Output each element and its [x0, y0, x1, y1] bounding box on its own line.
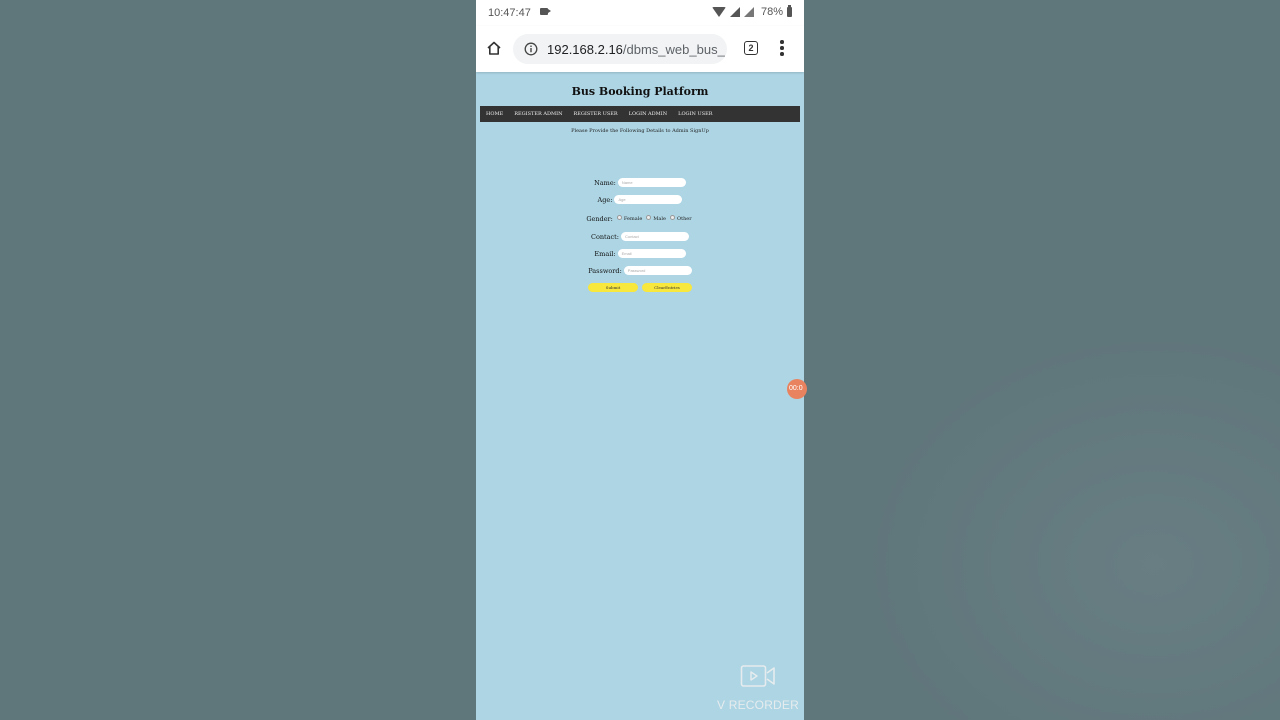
email-row: Email: Email — [476, 249, 804, 258]
email-label: Email: — [594, 249, 616, 258]
nav-register-admin[interactable]: REGISTER ADMIN — [514, 111, 562, 117]
url-host: 192.168.2.16 — [547, 42, 623, 57]
name-input[interactable]: Name — [617, 178, 686, 187]
battery-icon — [787, 5, 792, 17]
recording-timer-bubble[interactable]: 00:0 — [787, 379, 807, 399]
gender-female-radio[interactable] — [616, 215, 622, 220]
nav-home[interactable]: HOME — [486, 111, 503, 117]
name-label: Name: — [594, 178, 616, 187]
nav-bar: HOME REGISTER ADMIN REGISTER USER LOGIN … — [480, 106, 800, 122]
gender-male-label: Male — [653, 216, 666, 222]
age-input[interactable]: Age — [614, 195, 683, 204]
url-path: /dbms_web_bus_ — [622, 42, 725, 57]
video-recorder-icon — [740, 665, 775, 687]
home-icon[interactable] — [486, 40, 502, 56]
name-row: Name: Name — [476, 178, 804, 187]
recorder-watermark: V RECORDER — [716, 664, 800, 712]
more-menu-icon[interactable] — [779, 40, 785, 58]
form-buttons: Submit ClearEntries — [476, 283, 804, 292]
battery-percent: 78% — [760, 6, 783, 18]
email-input[interactable]: Email — [617, 249, 686, 258]
submit-button[interactable]: Submit — [588, 283, 638, 292]
signal-no-data-icon — [743, 7, 754, 17]
clear-entries-button[interactable]: ClearEntries — [642, 283, 692, 292]
nav-register-user[interactable]: REGISTER USER — [573, 111, 617, 117]
signal-icon — [729, 7, 740, 17]
gender-other-radio[interactable] — [669, 215, 675, 220]
nav-login-admin[interactable]: LOGIN ADMIN — [629, 111, 667, 117]
recorder-label: V RECORDER — [716, 698, 799, 712]
password-row: Password: Password — [476, 266, 804, 275]
page-title: Bus Booking Platform — [571, 85, 709, 98]
gender-row: Gender: Female Male Other — [476, 215, 804, 223]
gender-label: Gender: — [586, 215, 613, 223]
background-glow — [860, 330, 1280, 720]
gender-other-label: Other — [676, 216, 692, 222]
url-field[interactable]: 192.168.2.16/dbms_web_bus_ — [513, 34, 727, 64]
contact-row: Contact: Contact — [476, 232, 804, 241]
contact-label: Contact: — [590, 232, 619, 241]
gender-female-label: Female — [623, 216, 643, 222]
nav-login-user[interactable]: LOGIN USER — [678, 111, 712, 117]
url-text: 192.168.2.16/dbms_web_bus_ — [547, 42, 725, 57]
form-instructions: Please Provide the Following Details to … — [571, 128, 709, 134]
contact-input[interactable]: Contact — [621, 232, 689, 241]
info-icon[interactable] — [524, 42, 538, 56]
wifi-icon — [711, 7, 726, 17]
tab-switcher-button[interactable]: 2 — [744, 41, 758, 55]
password-input[interactable]: Password — [623, 266, 692, 275]
web-page: Bus Booking Platform HOME REGISTER ADMIN… — [476, 72, 804, 720]
video-camera-icon — [540, 8, 551, 15]
status-time: 10:47:47 — [488, 7, 531, 19]
age-row: Age: Age — [476, 195, 804, 204]
age-label: Age: — [597, 195, 613, 204]
browser-toolbar: 192.168.2.16/dbms_web_bus_ 2 — [476, 26, 804, 72]
phone-screen: 10:47:47 78% 192.168.2.16/dbms_web_bus_ … — [476, 0, 804, 720]
password-label: Password: — [588, 266, 622, 275]
status-bar: 10:47:47 78% — [476, 0, 804, 26]
status-icons: 78% — [711, 5, 792, 18]
gender-male-radio[interactable] — [646, 215, 652, 220]
